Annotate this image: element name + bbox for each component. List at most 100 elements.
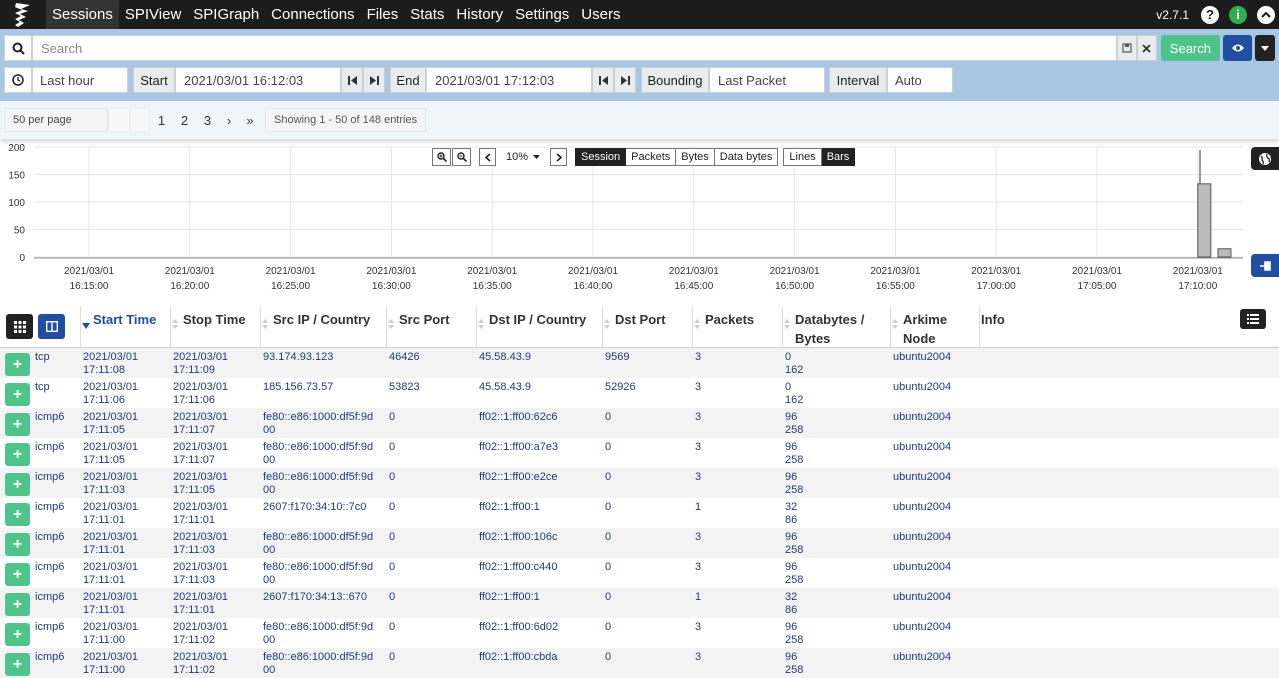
search-button[interactable]: Search — [1160, 35, 1220, 61]
table-row[interactable]: + tcp 2021/03/01 17:11:08 2021/03/01 17:11:09… — [0, 348, 1279, 378]
nav-item-users[interactable]: Users — [575, 0, 626, 29]
src-ip-cell[interactable]: 2607:f170:34:10::7c0 — [263, 501, 366, 514]
page-link-1[interactable]: 1 — [150, 108, 173, 132]
packets-cell[interactable]: 3 — [695, 471, 701, 484]
globe-icon[interactable] — [1251, 147, 1279, 170]
nav-item-settings[interactable]: Settings — [509, 0, 575, 29]
end-time-input[interactable]: 2021/03/01 17:12:03 — [426, 67, 592, 93]
dst-port-cell[interactable]: 0 — [605, 531, 611, 544]
protocol-cell[interactable]: icmp6 — [35, 621, 64, 634]
dst-port-cell[interactable]: 52926 — [605, 381, 636, 394]
bytes-cell[interactable]: 96 258 — [785, 651, 803, 677]
dst-port-cell[interactable]: 0 — [605, 441, 611, 454]
pin-icon[interactable] — [1251, 254, 1279, 277]
style-button-lines[interactable]: Lines — [783, 148, 822, 166]
node-cell[interactable]: ubuntu2004 — [893, 561, 951, 574]
protocol-cell[interactable]: tcp — [35, 351, 50, 364]
table-row[interactable]: + tcp 2021/03/01 17:11:06 2021/03/01 17:11:06… — [0, 378, 1279, 408]
table-row[interactable]: + icmp6 2021/03/01 17:11:00 2021/03/01 17:11:… — [0, 618, 1279, 648]
bytes-cell[interactable]: 96 258 — [785, 561, 803, 587]
src-port-cell[interactable]: 53823 — [389, 381, 420, 394]
node-cell[interactable]: ubuntu2004 — [893, 621, 951, 634]
packets-cell[interactable]: 3 — [695, 411, 701, 424]
eye-icon[interactable] — [1223, 35, 1252, 61]
nav-item-files[interactable]: Files — [361, 0, 405, 29]
next-page-button[interactable]: › — [219, 108, 239, 132]
node-cell[interactable]: ubuntu2004 — [893, 441, 951, 454]
bytes-cell[interactable]: 0 162 — [785, 381, 803, 407]
node-cell[interactable]: ubuntu2004 — [893, 531, 951, 544]
dst-port-cell[interactable]: 0 — [605, 651, 611, 664]
src-port-cell[interactable]: 0 — [389, 501, 395, 514]
protocol-cell[interactable]: icmp6 — [35, 561, 64, 574]
bounding-select[interactable]: Last Packet — [709, 67, 825, 93]
protocol-cell[interactable]: icmp6 — [35, 651, 64, 664]
src-ip-cell[interactable]: fe80::e86:1000:df5f:9d 00 — [263, 561, 373, 587]
src-ip-cell[interactable]: fe80::e86:1000:df5f:9d 00 — [263, 651, 373, 677]
bytes-cell[interactable]: 96 258 — [785, 441, 803, 467]
table-row[interactable]: + icmp6 2021/03/01 17:11:03 2021/03/01 17:11:… — [0, 468, 1279, 498]
protocol-cell[interactable]: icmp6 — [35, 531, 64, 544]
dst-port-cell[interactable]: 0 — [605, 621, 611, 634]
bytes-cell[interactable]: 32 86 — [785, 501, 797, 527]
column-header-info[interactable]: Info — [981, 310, 1041, 329]
end-skip-forward-icon[interactable] — [614, 67, 636, 93]
packets-cell[interactable]: 3 — [695, 381, 701, 394]
arkime-logo[interactable] — [0, 0, 46, 29]
expand-row-button[interactable]: + — [5, 653, 30, 676]
dst-ip-cell[interactable]: 45.58.43.9 — [479, 351, 531, 364]
nav-item-stats[interactable]: Stats — [404, 0, 450, 29]
src-ip-cell[interactable]: 185.156.73.57 — [263, 381, 333, 394]
search-input[interactable] — [32, 35, 1117, 61]
zoom-in-icon[interactable] — [432, 148, 451, 166]
nav-item-history[interactable]: History — [450, 0, 509, 29]
packets-cell[interactable]: 3 — [695, 531, 701, 544]
dst-ip-cell[interactable]: ff02::1:ff00:62c6 — [479, 411, 558, 424]
bytes-cell[interactable]: 0 162 — [785, 351, 803, 377]
interval-select[interactable]: Auto — [887, 67, 953, 93]
dst-port-cell[interactable]: 0 — [605, 591, 611, 604]
start-skip-back-icon[interactable] — [341, 67, 363, 93]
dst-port-cell[interactable]: 9569 — [605, 351, 629, 364]
dst-ip-cell[interactable]: ff02::1:ff00:e2ce — [479, 471, 558, 484]
dst-port-cell[interactable]: 0 — [605, 501, 611, 514]
src-ip-cell[interactable]: fe80::e86:1000:df5f:9d 00 — [263, 441, 373, 467]
packets-cell[interactable]: 3 — [695, 621, 701, 634]
protocol-cell[interactable]: icmp6 — [35, 591, 64, 604]
column-header-arkime-node[interactable]: Arkime Node — [892, 310, 982, 348]
chart-bar[interactable] — [1217, 248, 1232, 258]
page-link-3[interactable]: 3 — [196, 108, 219, 132]
expand-row-button[interactable]: + — [5, 383, 30, 406]
nav-item-connections[interactable]: Connections — [265, 0, 360, 29]
node-cell[interactable]: ubuntu2004 — [893, 591, 951, 604]
start-time-input[interactable]: 2021/03/01 16:12:03 — [175, 67, 341, 93]
node-cell[interactable]: ubuntu2004 — [893, 351, 951, 364]
bytes-cell[interactable]: 96 258 — [785, 621, 803, 647]
dst-ip-cell[interactable]: ff02::1:ff00:cbda — [479, 651, 558, 664]
src-ip-cell[interactable]: fe80::e86:1000:df5f:9d 00 — [263, 621, 373, 647]
columns-icon[interactable] — [38, 314, 65, 339]
nav-item-spiview[interactable]: SPIView — [119, 0, 187, 29]
table-row[interactable]: + icmp6 2021/03/01 17:11:01 2021/03/01 17:11:… — [0, 498, 1279, 528]
protocol-cell[interactable]: icmp6 — [35, 471, 64, 484]
packets-cell[interactable]: 1 — [695, 591, 701, 604]
node-cell[interactable]: ubuntu2004 — [893, 501, 951, 514]
node-cell[interactable]: ubuntu2004 — [893, 411, 951, 424]
metric-button-packets[interactable]: Packets — [626, 148, 677, 166]
expand-row-button[interactable]: + — [5, 413, 30, 436]
expand-row-button[interactable]: + — [5, 593, 30, 616]
dst-ip-cell[interactable]: ff02::1:ff00:6d02 — [479, 621, 558, 634]
column-header-packets[interactable]: Packets — [694, 310, 784, 334]
protocol-cell[interactable]: icmp6 — [35, 411, 64, 424]
src-port-cell[interactable]: 0 — [389, 411, 395, 424]
dst-ip-cell[interactable]: ff02::1:ff00:a7e3 — [479, 441, 558, 454]
src-port-cell[interactable]: 0 — [389, 561, 395, 574]
chart-bar[interactable] — [1197, 183, 1212, 258]
packets-cell[interactable]: 1 — [695, 501, 701, 514]
column-header-dst-port[interactable]: Dst Port — [604, 310, 694, 334]
first-page-button[interactable] — [108, 108, 130, 132]
node-cell[interactable]: ubuntu2004 — [893, 651, 951, 664]
packets-cell[interactable]: 3 — [695, 651, 701, 664]
dst-ip-cell[interactable]: ff02::1:ff00:106c — [479, 531, 558, 544]
chevron-up-icon[interactable] — [1257, 5, 1275, 24]
